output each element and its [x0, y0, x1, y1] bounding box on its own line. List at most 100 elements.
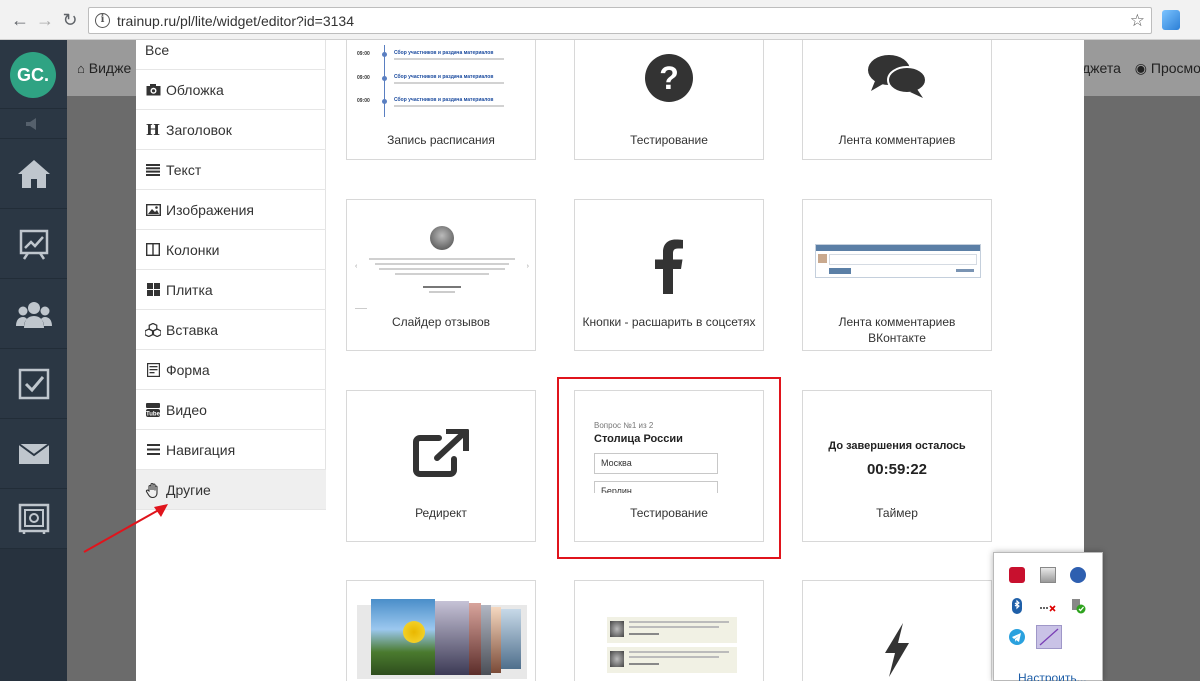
app-sidebar: GC.: [0, 40, 67, 681]
menu-item-cover[interactable]: Обложка: [136, 70, 326, 110]
tile-label: Тестирование: [630, 133, 708, 147]
gallery-preview: [357, 599, 527, 679]
url-text[interactable]: trainup.ru/pl/lite/widget/editor?id=3134: [117, 13, 354, 29]
usb-safe-remove-icon[interactable]: [1070, 598, 1086, 614]
widget-tile-quiz[interactable]: ? Тестирование: [574, 40, 764, 160]
tiles-icon: [145, 282, 161, 298]
browser-toolbar: ← → ↻ i trainup.ru/pl/lite/widget/editor…: [0, 0, 1200, 40]
telegram-icon[interactable]: [1009, 629, 1025, 645]
form-icon: [145, 362, 161, 378]
bookmark-star-icon[interactable]: ☆: [1130, 11, 1145, 31]
schedule-title: Сбор участников и раздача материалов: [394, 50, 494, 56]
highlight-box: [557, 377, 781, 559]
extension-icon[interactable]: [1162, 10, 1180, 30]
youtube-icon: Tube: [145, 402, 161, 418]
menu-item-text[interactable]: Текст: [136, 150, 326, 190]
tile-label: Кнопки - расшарить в соцсетях: [582, 315, 756, 329]
forward-arrow-icon[interactable]: →: [33, 8, 57, 32]
testimonials-preview: [607, 617, 737, 677]
avatar: [430, 226, 454, 250]
network-app-icon[interactable]: [1070, 567, 1086, 583]
cubes-icon: [145, 322, 161, 338]
timer-value: 00:59:22: [866, 461, 928, 478]
preview-link[interactable]: Просмотр: [1151, 60, 1200, 76]
users-icon[interactable]: [0, 278, 67, 348]
reload-icon[interactable]: ↻: [58, 8, 82, 32]
menu-item-all[interactable]: Все: [136, 40, 326, 70]
schedule-preview: 09:00 Сбор участников и раздача материал…: [357, 45, 527, 117]
menu-item-heading[interactable]: H Заголовок: [136, 110, 326, 150]
mail-icon[interactable]: [0, 418, 67, 488]
text-lines-icon: [145, 162, 161, 178]
disconnected-icon[interactable]: [1040, 598, 1056, 614]
schedule-time: 09:00: [357, 51, 370, 57]
camera-icon: [145, 82, 161, 98]
columns-icon: [145, 242, 161, 258]
menu-item-tiles[interactable]: Плитка: [136, 270, 326, 310]
widget-tile-schedule[interactable]: 09:00 Сбор участников и раздача материал…: [346, 40, 536, 160]
eye-icon: ◉: [1134, 60, 1148, 76]
tile-label: Редирект: [415, 506, 467, 520]
header-icon: H: [145, 120, 161, 139]
logo[interactable]: GC.: [10, 52, 56, 98]
annotation-arrow: [83, 504, 168, 553]
speaker-icon[interactable]: [0, 108, 67, 138]
schedule-title: Сбор участников и раздача материалов: [394, 74, 494, 80]
info-icon[interactable]: i: [95, 13, 110, 28]
question-circle-icon: ?: [575, 53, 763, 103]
tray-customize-link[interactable]: Настроить...: [1018, 671, 1087, 681]
menu-item-form[interactable]: Форма: [136, 350, 326, 390]
external-link-icon: [347, 429, 535, 479]
toolbar-widget-link[interactable]: ⌂ Видже: [77, 60, 131, 76]
widget-tile-lightning[interactable]: [802, 580, 992, 681]
chart-icon[interactable]: [0, 208, 67, 278]
pen-tool-icon[interactable]: [1036, 625, 1062, 649]
hand-icon: [145, 482, 161, 498]
vk-comments-preview: [815, 244, 981, 278]
schedule-title: Сбор участников и раздача материалов: [394, 97, 494, 103]
svg-text:Tube: Tube: [146, 411, 160, 417]
shield-app-icon[interactable]: [1040, 567, 1056, 583]
bluetooth-icon[interactable]: [1009, 598, 1025, 614]
widget-tile-vk-comments[interactable]: Лента комментариев ВКонтакте: [802, 199, 992, 351]
menu-item-embed[interactable]: Вставка: [136, 310, 326, 350]
widget-tile-timer[interactable]: До завершения осталось 00:59:22 Таймер: [802, 390, 992, 542]
safe-icon[interactable]: [0, 488, 67, 548]
widget-tile-comments[interactable]: Лента комментариев: [802, 40, 992, 160]
image-icon: [145, 202, 161, 218]
tile-label: Слайдер отзывов: [391, 315, 491, 329]
tile-label: Лента комментариев ВКонтакте: [803, 314, 991, 346]
menu-item-video[interactable]: Tube Видео: [136, 390, 326, 430]
widget-tile-redirect[interactable]: Редирект: [346, 390, 536, 542]
timer-heading: До завершения осталось: [828, 440, 966, 452]
menu-item-navigation[interactable]: Навигация: [136, 430, 326, 470]
address-bar[interactable]: i trainup.ru/pl/lite/widget/editor?id=31…: [88, 7, 1152, 34]
adobe-icon[interactable]: [1009, 567, 1025, 583]
toolbar-right: джета ◉ Просмотр: [1082, 60, 1200, 77]
sidebar-empty: [0, 548, 67, 681]
tile-label: Запись расписания: [387, 133, 495, 147]
toolbar-widget-label[interactable]: джета: [1082, 60, 1121, 76]
tile-label-line: Лента комментариев: [838, 315, 956, 329]
category-menu: Все Обложка H Заголовок Текст Изображени…: [136, 40, 326, 510]
widget-tile-testimonials[interactable]: [574, 580, 764, 681]
tile-label: Таймер: [876, 506, 918, 520]
system-tray-popup: Настроить...: [993, 552, 1103, 681]
comments-icon: [803, 53, 991, 101]
schedule-time: 09:00: [357, 98, 370, 104]
checkbox-icon[interactable]: [0, 348, 67, 418]
tile-label-line: ВКонтакте: [868, 331, 926, 345]
widget-tile-gallery[interactable]: [346, 580, 536, 681]
home-icon: ⌂: [77, 61, 85, 76]
facebook-icon: [575, 238, 763, 294]
home-icon[interactable]: [0, 138, 67, 208]
tile-label: Лента комментариев: [838, 133, 956, 147]
menu-item-columns[interactable]: Колонки: [136, 230, 326, 270]
widget-picker-modal: Все Обложка H Заголовок Текст Изображени…: [136, 40, 1084, 681]
reviews-slider-preview: ‹ ›: [355, 222, 529, 312]
back-arrow-icon[interactable]: ←: [8, 8, 32, 32]
widget-tile-reviews-slider[interactable]: ‹ › Слайдер отзывов: [346, 199, 536, 351]
svg-text:?: ?: [659, 60, 679, 96]
menu-item-images[interactable]: Изображения: [136, 190, 326, 230]
widget-tile-share-buttons[interactable]: Кнопки - расшарить в соцсетях: [574, 199, 764, 351]
